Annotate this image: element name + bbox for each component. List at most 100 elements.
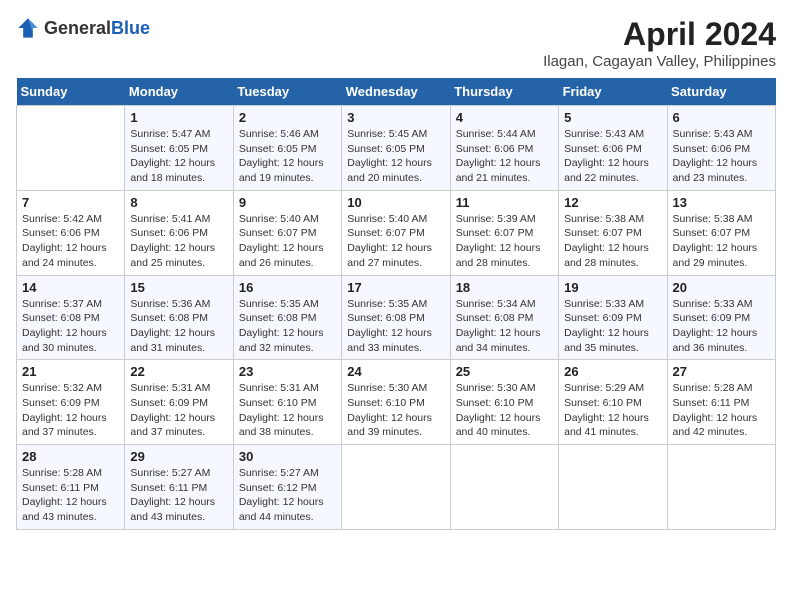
calendar-cell xyxy=(559,445,667,530)
calendar-cell: 7 Sunrise: 5:42 AM Sunset: 6:06 PM Daylig… xyxy=(17,190,125,275)
day-number: 16 xyxy=(239,280,336,295)
day-number: 9 xyxy=(239,195,336,210)
calendar-cell: 14 Sunrise: 5:37 AM Sunset: 6:08 PM Dayli… xyxy=(17,275,125,360)
day-number: 28 xyxy=(22,449,119,464)
day-number: 30 xyxy=(239,449,336,464)
header: GeneralBlue April 2024 Ilagan, Cagayan V… xyxy=(16,16,776,70)
calendar-cell xyxy=(450,445,558,530)
calendar-cell: 22 Sunrise: 5:31 AM Sunset: 6:09 PM Dayli… xyxy=(125,360,233,445)
calendar-table: SundayMondayTuesdayWednesdayThursdayFrid… xyxy=(16,78,776,530)
day-number: 7 xyxy=(22,195,119,210)
calendar-cell: 29Sunrise: 5:27 AM Sunset: 6:11 PM Dayli… xyxy=(125,445,233,530)
calendar-cell: 8 Sunrise: 5:41 AM Sunset: 6:06 PM Daylig… xyxy=(125,190,233,275)
calendar-cell: 30Sunrise: 5:27 AM Sunset: 6:12 PM Dayli… xyxy=(233,445,341,530)
day-number: 17 xyxy=(347,280,444,295)
logo-general: General xyxy=(44,18,111,38)
day-number: 22 xyxy=(130,364,227,379)
weekday-header-thursday: Thursday xyxy=(450,78,558,106)
logo-text: GeneralBlue xyxy=(44,18,150,39)
day-info: Sunrise: 5:44 AM Sunset: 6:06 PM Dayligh… xyxy=(456,127,553,186)
calendar-cell: 27 Sunrise: 5:28 AM Sunset: 6:11 PM Dayli… xyxy=(667,360,775,445)
day-number: 12 xyxy=(564,195,661,210)
location-title: Ilagan, Cagayan Valley, Philippines xyxy=(543,53,776,70)
logo: GeneralBlue xyxy=(16,16,150,40)
weekday-header-tuesday: Tuesday xyxy=(233,78,341,106)
day-number: 11 xyxy=(456,195,553,210)
day-info: Sunrise: 5:39 AM Sunset: 6:07 PM Dayligh… xyxy=(456,212,553,271)
calendar-cell: 13 Sunrise: 5:38 AM Sunset: 6:07 PM Dayli… xyxy=(667,190,775,275)
calendar-cell: 6 Sunrise: 5:43 AM Sunset: 6:06 PM Daylig… xyxy=(667,106,775,191)
day-number: 6 xyxy=(673,110,770,125)
calendar-cell: 2Sunrise: 5:46 AM Sunset: 6:05 PM Daylig… xyxy=(233,106,341,191)
day-number: 21 xyxy=(22,364,119,379)
calendar-cell: 20 Sunrise: 5:33 AM Sunset: 6:09 PM Dayli… xyxy=(667,275,775,360)
calendar-cell: 23Sunrise: 5:31 AM Sunset: 6:10 PM Dayli… xyxy=(233,360,341,445)
day-number: 8 xyxy=(130,195,227,210)
day-info: Sunrise: 5:33 AM Sunset: 6:09 PM Dayligh… xyxy=(564,297,661,356)
day-info: Sunrise: 5:40 AM Sunset: 6:07 PM Dayligh… xyxy=(239,212,336,271)
calendar-cell: 11 Sunrise: 5:39 AM Sunset: 6:07 PM Dayli… xyxy=(450,190,558,275)
calendar-cell: 18 Sunrise: 5:34 AM Sunset: 6:08 PM Dayli… xyxy=(450,275,558,360)
day-number: 14 xyxy=(22,280,119,295)
calendar-cell: 26 Sunrise: 5:29 AM Sunset: 6:10 PM Dayli… xyxy=(559,360,667,445)
calendar-cell: 24 Sunrise: 5:30 AM Sunset: 6:10 PM Dayli… xyxy=(342,360,450,445)
calendar-cell: 10 Sunrise: 5:40 AM Sunset: 6:07 PM Dayli… xyxy=(342,190,450,275)
day-info: Sunrise: 5:45 AM Sunset: 6:05 PM Dayligh… xyxy=(347,127,444,186)
day-number: 18 xyxy=(456,280,553,295)
day-number: 29 xyxy=(130,449,227,464)
weekday-header-sunday: Sunday xyxy=(17,78,125,106)
day-number: 10 xyxy=(347,195,444,210)
calendar-cell: 19Sunrise: 5:33 AM Sunset: 6:09 PM Dayli… xyxy=(559,275,667,360)
day-number: 25 xyxy=(456,364,553,379)
calendar-cell: 12 Sunrise: 5:38 AM Sunset: 6:07 PM Dayli… xyxy=(559,190,667,275)
week-row-5: 28 Sunrise: 5:28 AM Sunset: 6:11 PM Dayli… xyxy=(17,445,776,530)
day-info: Sunrise: 5:34 AM Sunset: 6:08 PM Dayligh… xyxy=(456,297,553,356)
day-info: Sunrise: 5:47 AM Sunset: 6:05 PM Dayligh… xyxy=(130,127,227,186)
day-info: Sunrise: 5:38 AM Sunset: 6:07 PM Dayligh… xyxy=(564,212,661,271)
day-info: Sunrise: 5:40 AM Sunset: 6:07 PM Dayligh… xyxy=(347,212,444,271)
day-info: Sunrise: 5:28 AM Sunset: 6:11 PM Dayligh… xyxy=(22,466,119,525)
day-number: 3 xyxy=(347,110,444,125)
title-area: April 2024 Ilagan, Cagayan Valley, Phili… xyxy=(543,16,776,70)
day-number: 15 xyxy=(130,280,227,295)
day-info: Sunrise: 5:42 AM Sunset: 6:06 PM Dayligh… xyxy=(22,212,119,271)
calendar-cell: 25 Sunrise: 5:30 AM Sunset: 6:10 PM Dayli… xyxy=(450,360,558,445)
calendar-cell: 16 Sunrise: 5:35 AM Sunset: 6:08 PM Dayli… xyxy=(233,275,341,360)
day-number: 20 xyxy=(673,280,770,295)
day-number: 24 xyxy=(347,364,444,379)
calendar-cell: 5Sunrise: 5:43 AM Sunset: 6:06 PM Daylig… xyxy=(559,106,667,191)
day-number: 27 xyxy=(673,364,770,379)
day-number: 5 xyxy=(564,110,661,125)
day-info: Sunrise: 5:37 AM Sunset: 6:08 PM Dayligh… xyxy=(22,297,119,356)
week-row-1: 1Sunrise: 5:47 AM Sunset: 6:05 PM Daylig… xyxy=(17,106,776,191)
day-info: Sunrise: 5:36 AM Sunset: 6:08 PM Dayligh… xyxy=(130,297,227,356)
day-info: Sunrise: 5:31 AM Sunset: 6:09 PM Dayligh… xyxy=(130,381,227,440)
calendar-cell: 9 Sunrise: 5:40 AM Sunset: 6:07 PM Daylig… xyxy=(233,190,341,275)
day-info: Sunrise: 5:28 AM Sunset: 6:11 PM Dayligh… xyxy=(673,381,770,440)
weekday-header-monday: Monday xyxy=(125,78,233,106)
calendar-cell: 21Sunrise: 5:32 AM Sunset: 6:09 PM Dayli… xyxy=(17,360,125,445)
day-info: Sunrise: 5:43 AM Sunset: 6:06 PM Dayligh… xyxy=(673,127,770,186)
day-info: Sunrise: 5:41 AM Sunset: 6:06 PM Dayligh… xyxy=(130,212,227,271)
day-info: Sunrise: 5:35 AM Sunset: 6:08 PM Dayligh… xyxy=(239,297,336,356)
calendar-cell: 3 Sunrise: 5:45 AM Sunset: 6:05 PM Daylig… xyxy=(342,106,450,191)
calendar-cell: 1Sunrise: 5:47 AM Sunset: 6:05 PM Daylig… xyxy=(125,106,233,191)
weekday-header-friday: Friday xyxy=(559,78,667,106)
calendar-cell: 15 Sunrise: 5:36 AM Sunset: 6:08 PM Dayli… xyxy=(125,275,233,360)
day-info: Sunrise: 5:30 AM Sunset: 6:10 PM Dayligh… xyxy=(456,381,553,440)
day-info: Sunrise: 5:29 AM Sunset: 6:10 PM Dayligh… xyxy=(564,381,661,440)
day-info: Sunrise: 5:33 AM Sunset: 6:09 PM Dayligh… xyxy=(673,297,770,356)
day-info: Sunrise: 5:46 AM Sunset: 6:05 PM Dayligh… xyxy=(239,127,336,186)
day-number: 13 xyxy=(673,195,770,210)
week-row-4: 21Sunrise: 5:32 AM Sunset: 6:09 PM Dayli… xyxy=(17,360,776,445)
logo-blue: Blue xyxy=(111,18,150,38)
weekday-header-row: SundayMondayTuesdayWednesdayThursdayFrid… xyxy=(17,78,776,106)
month-title: April 2024 xyxy=(543,16,776,53)
calendar-cell: 28 Sunrise: 5:28 AM Sunset: 6:11 PM Dayli… xyxy=(17,445,125,530)
calendar-cell: 4Sunrise: 5:44 AM Sunset: 6:06 PM Daylig… xyxy=(450,106,558,191)
day-info: Sunrise: 5:30 AM Sunset: 6:10 PM Dayligh… xyxy=(347,381,444,440)
weekday-header-wednesday: Wednesday xyxy=(342,78,450,106)
day-info: Sunrise: 5:38 AM Sunset: 6:07 PM Dayligh… xyxy=(673,212,770,271)
day-number: 26 xyxy=(564,364,661,379)
day-info: Sunrise: 5:31 AM Sunset: 6:10 PM Dayligh… xyxy=(239,381,336,440)
